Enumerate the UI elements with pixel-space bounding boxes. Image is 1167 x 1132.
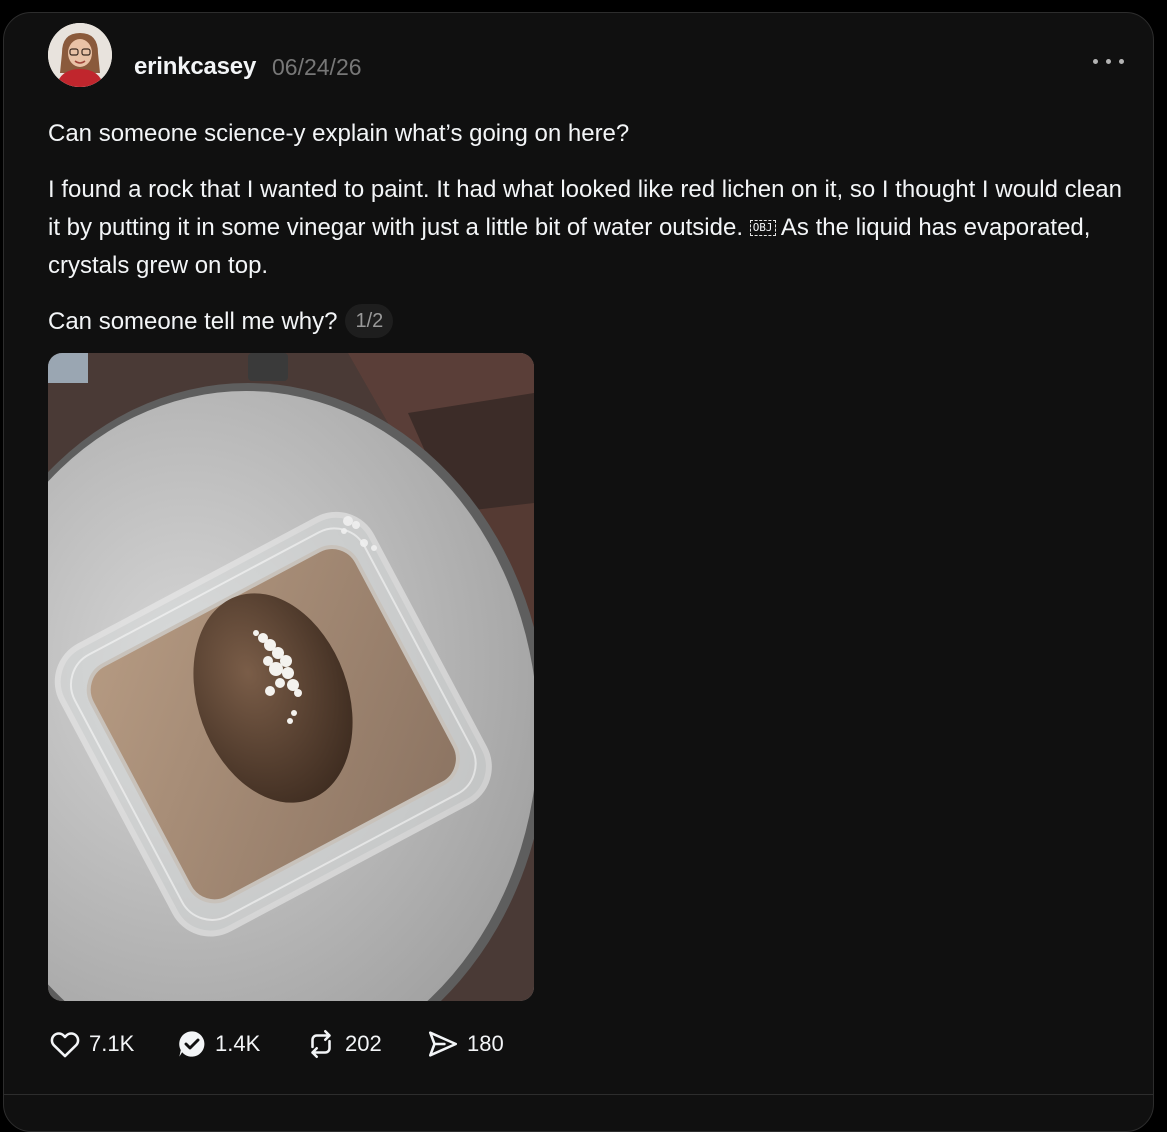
post-header: erinkcasey 06/24/26	[48, 23, 1133, 89]
reply-button[interactable]: 1.4K	[176, 1026, 260, 1062]
repost-button[interactable]: 202	[304, 1026, 382, 1062]
obj-placeholder-glyph: OBJ	[749, 220, 776, 236]
post-paragraph: Can someone tell me why? 1/2	[48, 303, 1128, 341]
avatar[interactable]	[48, 23, 112, 87]
more-dot	[1106, 59, 1111, 64]
rock-photo	[48, 353, 534, 1001]
post-image[interactable]	[48, 353, 534, 1001]
username[interactable]: erinkcasey	[134, 53, 256, 81]
repost-count: 202	[345, 1031, 382, 1056]
post-date[interactable]: 06/24/26	[272, 54, 362, 81]
like-button[interactable]: 7.1K	[48, 1026, 134, 1062]
like-count: 7.1K	[89, 1031, 135, 1056]
post-body: Can someone science-y explain what’s goi…	[48, 115, 1128, 359]
more-dot	[1093, 59, 1098, 64]
share-count: 180	[467, 1031, 504, 1056]
divider	[4, 1094, 1153, 1095]
reply-icon	[179, 1031, 205, 1057]
reply-count: 1.4K	[215, 1031, 261, 1056]
post-text: Can someone tell me why?	[48, 308, 338, 335]
repost-icon	[311, 1029, 331, 1059]
post-card: erinkcasey 06/24/26 Can someone science-…	[3, 12, 1154, 1132]
post-paragraph: Can someone science-y explain what’s goi…	[48, 115, 1128, 153]
more-dot	[1119, 59, 1124, 64]
post-paragraph: I found a rock that I wanted to paint. I…	[48, 171, 1128, 285]
avatar-image	[48, 23, 112, 87]
action-bar: 7.1K 1.4K 202 180	[48, 1026, 648, 1062]
share-button[interactable]: 180	[426, 1026, 504, 1062]
share-icon	[428, 1031, 458, 1057]
post-text: Can someone science-y explain what’s goi…	[48, 120, 630, 147]
heart-icon	[50, 1032, 80, 1058]
more-icon[interactable]	[1089, 51, 1129, 71]
image-counter: 1/2	[345, 304, 394, 338]
